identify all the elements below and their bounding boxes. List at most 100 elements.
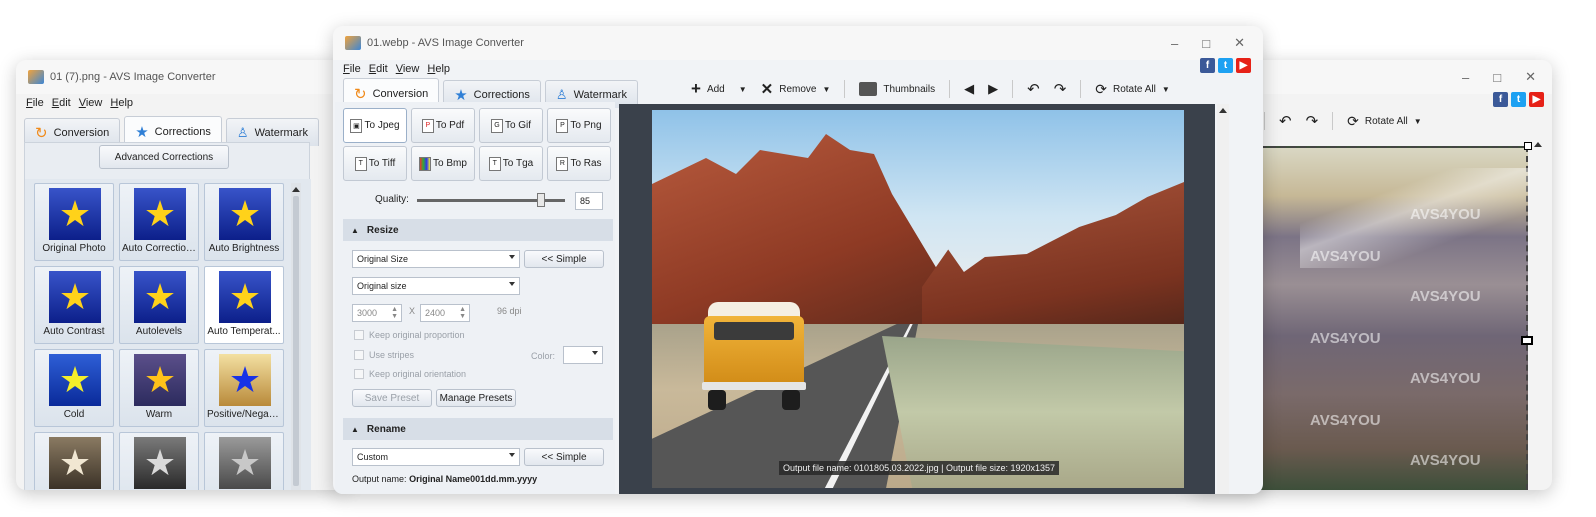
left-window-title: 01 (7).png - AVS Image Converter: [50, 71, 216, 83]
resize-handle-right[interactable]: [1521, 336, 1533, 345]
rename-header-label: Rename: [366, 423, 406, 435]
scroll-thumb[interactable]: [293, 196, 299, 486]
twitter-icon[interactable]: t: [1511, 92, 1526, 107]
format-to-ras[interactable]: R To Ras: [547, 146, 611, 181]
minimize-icon[interactable]: –: [1171, 36, 1178, 51]
format-to-tga[interactable]: T To Tga: [479, 146, 543, 181]
resize-size-select[interactable]: Original Size: [352, 250, 520, 268]
use-stripes-checkbox[interactable]: Use stripes: [354, 350, 414, 360]
thumbnails-label: Thumbnails: [883, 83, 936, 95]
right-scroll-up-arrow[interactable]: [1534, 142, 1542, 147]
resize-header[interactable]: ▲ Resize: [343, 219, 613, 241]
toolbar-separator: [949, 80, 951, 98]
manage-presets-button[interactable]: Manage Presets: [436, 389, 516, 407]
rotate-all-button[interactable]: ⟳ Rotate All ▼: [1347, 113, 1421, 130]
facebook-icon[interactable]: f: [1493, 92, 1508, 107]
save-preset-button[interactable]: Save Preset: [352, 389, 432, 407]
effect-auto-temperature[interactable]: ★ Auto Temperat...: [204, 266, 284, 344]
effect-label: Autolevels: [135, 326, 183, 337]
effects-scrollbar[interactable]: [291, 183, 301, 490]
scroll-up-arrow[interactable]: [1219, 108, 1227, 113]
quality-slider[interactable]: [417, 193, 565, 207]
effect-original-photo[interactable]: ★ Original Photo: [34, 183, 114, 261]
height-input[interactable]: 2400 ▲ ▼: [420, 304, 470, 322]
output-name-value: Original Name001dd.mm.yyyy: [409, 474, 538, 484]
format-label: To Gif: [504, 120, 532, 131]
rotate-right-icon[interactable]: ↷: [1306, 112, 1319, 130]
toolbar-separator: [844, 80, 846, 98]
scroll-up-arrow[interactable]: [292, 187, 300, 192]
youtube-icon[interactable]: ▶: [1529, 92, 1544, 107]
menu-file[interactable]: File: [26, 97, 44, 109]
menu-edit[interactable]: Edit: [52, 97, 71, 109]
star-icon: ★: [219, 437, 271, 489]
effect-autolevels[interactable]: ★ Autolevels: [119, 266, 199, 344]
rotate-right-icon[interactable]: ↷: [1054, 80, 1067, 98]
format-to-gif[interactable]: G To Gif: [479, 108, 543, 143]
rotate-all-button[interactable]: ⟳ Rotate All ▼: [1095, 81, 1169, 98]
menu-help[interactable]: Help: [110, 97, 133, 109]
watermark-2: AVS4YOU: [1310, 248, 1381, 265]
close-icon[interactable]: ✕: [1525, 69, 1536, 85]
close-icon[interactable]: ✕: [1234, 35, 1245, 51]
format-to-bmp[interactable]: To Bmp: [411, 146, 475, 181]
dropdown-arrow-icon: [509, 282, 515, 286]
format-to-tiff[interactable]: T To Tiff: [343, 146, 407, 181]
resize-size-select-2[interactable]: Original size: [352, 277, 520, 295]
prev-arrow-icon[interactable]: ◀: [964, 81, 974, 97]
effect-cold[interactable]: ★ Cold: [34, 349, 114, 427]
remove-button[interactable]: ✕ Remove ▼: [761, 80, 831, 98]
format-to-pdf[interactable]: P To Pdf: [411, 108, 475, 143]
effect-auto-contrast[interactable]: ★ Auto Contrast: [34, 266, 114, 344]
width-value: 3000: [357, 308, 378, 318]
maximize-icon[interactable]: □: [1493, 70, 1501, 85]
effect-auto-corrections[interactable]: ★ Auto Corrections: [119, 183, 199, 261]
tab-label: Conversion: [372, 87, 429, 100]
rotate-left-icon[interactable]: ↶: [1027, 80, 1040, 98]
checkbox-box: [354, 330, 364, 340]
format-to-jpeg[interactable]: ▣ To Jpeg: [343, 108, 407, 143]
main-window-title: 01.webp - AVS Image Converter: [367, 37, 524, 49]
minimize-icon[interactable]: –: [1462, 70, 1469, 85]
advanced-corrections-button[interactable]: Advanced Corrections: [99, 145, 229, 169]
quality-slider-thumb[interactable]: [537, 193, 545, 207]
facebook-icon[interactable]: f: [1200, 58, 1215, 73]
effect-sepia[interactable]: ★: [34, 432, 114, 490]
effect-grayscale[interactable]: ★: [119, 432, 199, 490]
quality-input[interactable]: 85: [575, 192, 603, 210]
resize-header-label: Resize: [366, 224, 399, 236]
quality-label: Quality:: [375, 194, 409, 205]
maximize-icon[interactable]: □: [1202, 36, 1210, 51]
width-input[interactable]: 3000 ▲ ▼: [352, 304, 402, 322]
toolbar-separator: [1012, 80, 1014, 98]
effect-grayscale-2[interactable]: ★: [204, 432, 284, 490]
youtube-icon[interactable]: ▶: [1236, 58, 1251, 73]
color-select[interactable]: [563, 346, 603, 364]
thumbnails-button[interactable]: Thumbnails: [859, 82, 935, 96]
resize-simple-button[interactable]: << Simple: [524, 250, 604, 268]
effect-warm[interactable]: ★ Warm: [119, 349, 199, 427]
keep-proportion-checkbox[interactable]: Keep original proportion: [354, 330, 465, 340]
format-to-png[interactable]: P To Png: [547, 108, 611, 143]
preview-scrollbar[interactable]: [1217, 104, 1229, 494]
format-label: To Tga: [502, 158, 534, 169]
resize-handle-top[interactable]: [1524, 142, 1532, 150]
twitter-icon[interactable]: t: [1218, 58, 1233, 73]
star-icon: ★: [219, 271, 271, 323]
effect-positive-negative[interactable]: ★ Positive/Negative: [204, 349, 284, 427]
dropdown-arrow-icon: ▼: [1161, 84, 1170, 94]
output-status: Output file name: 0101805.03.2022.jpg | …: [779, 461, 1060, 475]
rename-select[interactable]: Custom: [352, 448, 520, 466]
keep-orientation-checkbox[interactable]: Keep original orientation: [354, 369, 466, 379]
rename-header[interactable]: ▲ Rename: [343, 418, 613, 440]
van-window: [714, 322, 794, 340]
add-button[interactable]: + Add: [691, 79, 725, 99]
add-dropdown-icon[interactable]: ▼: [739, 85, 747, 94]
app-icon: [345, 36, 361, 50]
next-arrow-icon[interactable]: ▶: [988, 81, 998, 97]
menu-view[interactable]: View: [79, 97, 103, 109]
rename-simple-button[interactable]: << Simple: [524, 448, 604, 466]
plus-icon: +: [691, 79, 701, 98]
effect-auto-brightness[interactable]: ★ Auto Brightness: [204, 183, 284, 261]
rotate-left-icon[interactable]: ↶: [1279, 112, 1292, 130]
